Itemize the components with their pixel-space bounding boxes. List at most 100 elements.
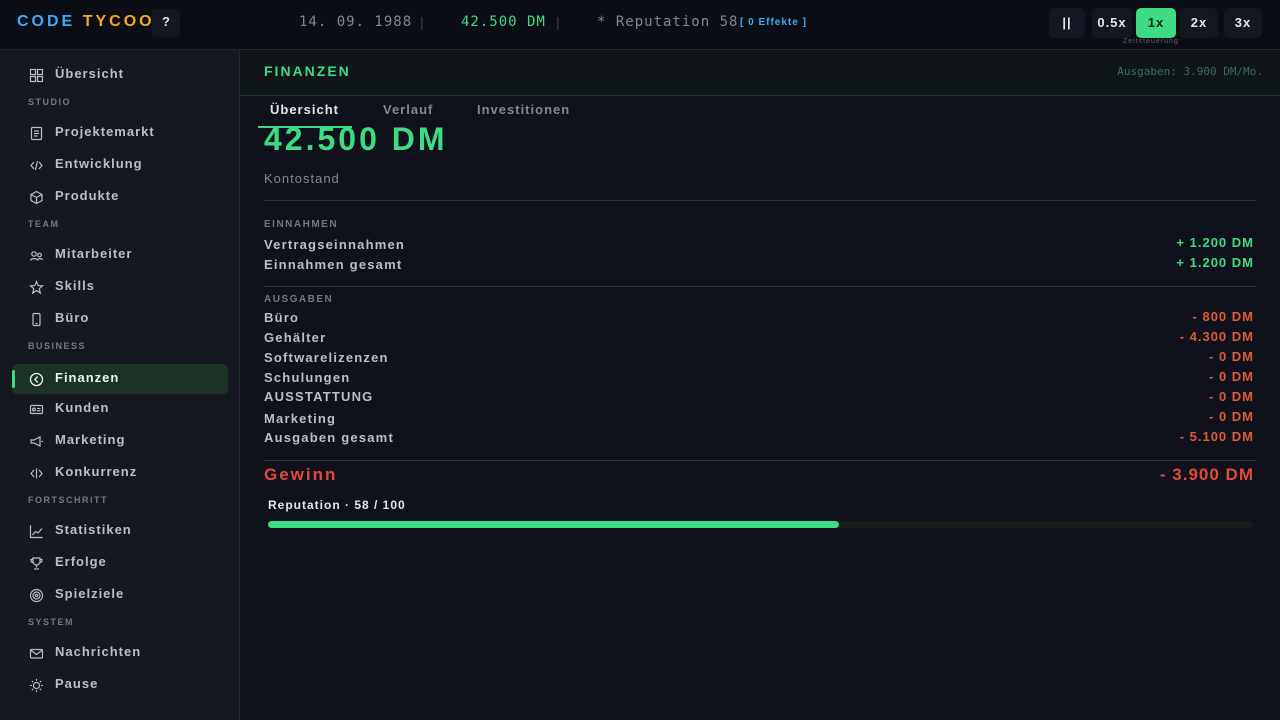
- sidebar-item-buero[interactable]: Büro: [12, 304, 228, 334]
- help-button[interactable]: ?: [152, 9, 180, 37]
- speed-3x-button[interactable]: 3x: [1224, 8, 1262, 38]
- sidebar: Übersicht STUDIO Projektemarkt Entwicklu…: [0, 50, 240, 720]
- expense-total-label: Ausgaben gesamt: [264, 430, 394, 445]
- income-row-label: Vertragseinnahmen: [264, 237, 406, 252]
- grid-icon: [29, 68, 44, 83]
- sidebar-item-kunden[interactable]: Kunden: [12, 394, 228, 424]
- section-fortschritt: FORTSCHRITT: [28, 495, 108, 505]
- sidebar-item-marketing[interactable]: Marketing: [12, 426, 228, 456]
- mail-icon: [29, 646, 44, 661]
- sidebar-item-finanzen[interactable]: Finanzen: [12, 364, 228, 394]
- megaphone-icon: [29, 434, 44, 449]
- coin-icon: [29, 372, 44, 387]
- sidebar-item-label: Spielziele: [55, 586, 125, 601]
- expense-row-label: Softwarelizenzen: [264, 350, 389, 365]
- sidebar-item-nachrichten[interactable]: Nachrichten: [12, 638, 228, 668]
- reputation-progress-bar: [268, 521, 1253, 528]
- sidebar-item-label: Entwicklung: [55, 156, 143, 171]
- sidebar-item-label: Skills: [55, 278, 95, 293]
- people-icon: [29, 248, 44, 263]
- expense-row-label: AUSSTATTUNG: [264, 389, 374, 404]
- income-heading: EINNAHMEN: [264, 219, 339, 230]
- speed-0-5x-button[interactable]: 0.5x: [1092, 8, 1132, 38]
- sidebar-item-label: Kunden: [55, 400, 110, 415]
- expense-row-label: Schulungen: [264, 370, 351, 385]
- main-header: FINANZEN Ausgaben: 3.900 DM/Mo.: [240, 50, 1280, 96]
- speed-1x-button[interactable]: 1x: [1136, 8, 1176, 38]
- sidebar-item-label: Nachrichten: [55, 644, 142, 659]
- sidebar-item-label: Konkurrenz: [55, 464, 138, 479]
- sidebar-item-mitarbeiter[interactable]: Mitarbeiter: [12, 240, 228, 270]
- sidebar-item-label: Erfolge: [55, 554, 107, 569]
- sidebar-item-label: Produkte: [55, 188, 120, 203]
- sun-icon: [29, 678, 44, 693]
- money-display: 42.500 DM: [461, 14, 546, 30]
- section-system: SYSTEM: [28, 617, 75, 627]
- speed-2x-button[interactable]: 2x: [1180, 8, 1218, 38]
- sidebar-item-spielziele[interactable]: Spielziele: [12, 580, 228, 610]
- balance-label: Kontostand: [264, 171, 340, 186]
- sidebar-item-pause[interactable]: Pause: [12, 670, 228, 700]
- reputation-display: * Reputation 58: [597, 14, 739, 30]
- expense-row-value: - 0 DM: [1209, 369, 1254, 384]
- tab-investitionen[interactable]: Investitionen: [477, 102, 570, 117]
- game-date: 14. 09. 1988: [299, 14, 413, 30]
- divider: [264, 200, 1256, 201]
- divider: [264, 460, 1256, 461]
- expense-total-value: - 5.100 DM: [1179, 429, 1254, 444]
- expense-row-value: - 0 DM: [1209, 409, 1254, 424]
- sidebar-item-konkurrenz[interactable]: Konkurrenz: [12, 458, 228, 488]
- target-icon: [29, 588, 44, 603]
- code-icon: [29, 466, 44, 481]
- logo: CODE TYCOON: [17, 13, 169, 31]
- sidebar-item-erfolge[interactable]: Erfolge: [12, 548, 228, 578]
- expense-row-value: - 0 DM: [1209, 389, 1254, 404]
- sidebar-item-overview[interactable]: Übersicht: [12, 60, 228, 90]
- top-bar: CODE TYCOON ? 14. 09. 1988 | 42.500 DM |…: [0, 0, 1280, 50]
- tab-uebersicht[interactable]: Übersicht: [270, 102, 339, 117]
- sidebar-item-statistiken[interactable]: Statistiken: [12, 516, 228, 546]
- income-row-value: + 1.200 DM: [1176, 235, 1254, 250]
- sidebar-item-projektemarkt[interactable]: Projektemarkt: [12, 118, 228, 148]
- chart-line-icon: [29, 524, 44, 539]
- document-icon: [29, 126, 44, 141]
- active-tab-indicator: [258, 126, 352, 128]
- pause-button[interactable]: ||: [1049, 8, 1085, 38]
- expenses-heading: AUSGABEN: [264, 294, 334, 305]
- reputation-label: Reputation · 58 / 100: [268, 498, 406, 512]
- sidebar-item-label: Büro: [55, 310, 90, 325]
- sidebar-item-label: Marketing: [55, 432, 126, 447]
- separator: |: [420, 14, 425, 30]
- tab-verlauf[interactable]: Verlauf: [383, 102, 433, 117]
- star-icon: [29, 280, 44, 295]
- page-title: FINANZEN: [264, 63, 351, 79]
- expense-row-label: Büro: [264, 310, 300, 325]
- profit-label: Gewinn: [264, 465, 338, 484]
- logo-code: CODE: [17, 13, 76, 30]
- effects-button[interactable]: [ 0 Effekte ]: [740, 17, 807, 28]
- expense-row-value: - 0 DM: [1209, 349, 1254, 364]
- section-team: TEAM: [28, 219, 60, 229]
- section-business: BUSINESS: [28, 341, 87, 351]
- box-icon: [29, 190, 44, 205]
- profit-value: - 3.900 DM: [1159, 465, 1254, 484]
- monthly-expenses: Ausgaben: 3.900 DM/Mo.: [1117, 65, 1263, 78]
- expense-row-value: - 4.300 DM: [1179, 329, 1254, 344]
- sidebar-item-label: Statistiken: [55, 522, 132, 537]
- income-total-value: + 1.200 DM: [1176, 255, 1254, 270]
- id-card-icon: [29, 402, 44, 417]
- sidebar-item-entwicklung[interactable]: Entwicklung: [12, 150, 228, 180]
- code-icon: [29, 158, 44, 173]
- sidebar-item-label: Übersicht: [55, 66, 124, 81]
- expense-row-value: - 800 DM: [1192, 309, 1254, 324]
- expense-row-label: Gehälter: [264, 330, 327, 345]
- speed-caption: Zeitsteuerung: [1123, 38, 1179, 45]
- income-total-label: Einnahmen gesamt: [264, 257, 403, 272]
- sidebar-item-produkte[interactable]: Produkte: [12, 182, 228, 212]
- phone-icon: [29, 312, 44, 327]
- sidebar-item-label: Finanzen: [55, 370, 120, 385]
- reputation-progress-fill: [268, 521, 840, 528]
- sidebar-item-skills[interactable]: Skills: [12, 272, 228, 302]
- expense-row-label: Marketing: [264, 411, 337, 426]
- trophy-icon: [29, 556, 44, 571]
